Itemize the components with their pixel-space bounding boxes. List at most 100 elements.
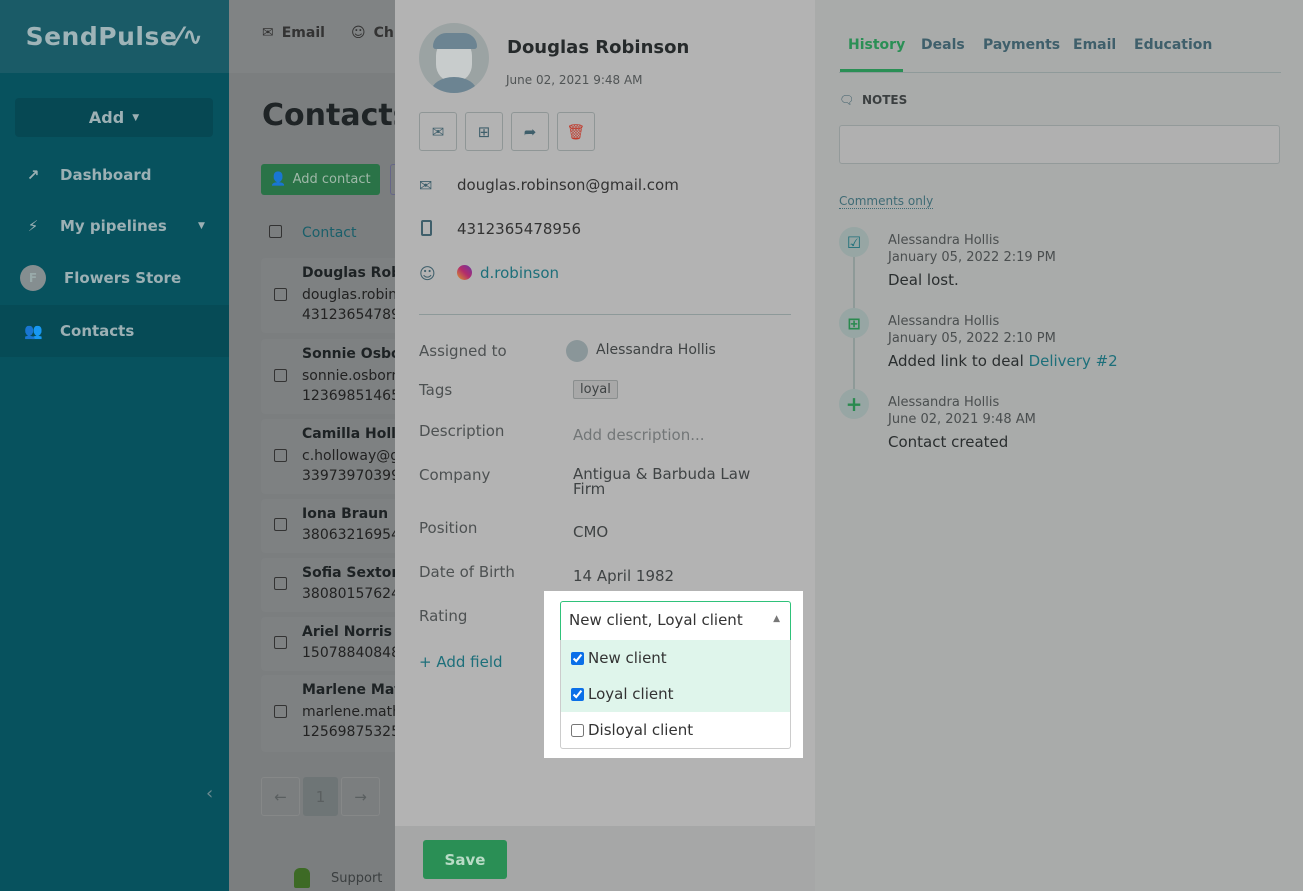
tag-badge[interactable]: loyal [573, 380, 618, 399]
caret-down-icon: ▼ [132, 112, 140, 123]
notes-input[interactable] [839, 125, 1280, 164]
delete-button[interactable]: 🗑 [557, 112, 595, 151]
company-value[interactable]: Antigua & Barbuda Law Firm [573, 467, 753, 497]
row-checkbox[interactable] [274, 705, 287, 718]
contact-name: Sonnie Osbor [302, 346, 408, 362]
send-email-button[interactable]: ✉ [419, 112, 457, 151]
table-row[interactable]: Camilla Hollo c.holloway@g 33973970399 [261, 419, 406, 494]
history-author: Alessandra Hollis [888, 233, 1000, 248]
row-checkbox[interactable] [274, 577, 287, 590]
rating-option-disloyal-client[interactable]: Disloyal client [561, 712, 790, 748]
tags-label: Tags [419, 381, 453, 399]
topnav-chat[interactable]: ☺ Ch [351, 25, 394, 41]
row-checkbox[interactable] [274, 518, 287, 531]
save-button[interactable]: Save [423, 840, 507, 879]
mail-icon: ✉ [431, 122, 445, 141]
row-checkbox[interactable] [274, 636, 287, 649]
history-item: Alessandra Hollis January 05, 2022 2:19 P… [888, 233, 1056, 289]
logo-text: SendPulse [25, 22, 178, 51]
tab-education[interactable]: Education [1134, 37, 1212, 53]
row-checkbox[interactable] [274, 288, 287, 301]
pipeline-icon: ⚡ [27, 217, 39, 235]
tab-deals[interactable]: Deals [921, 37, 965, 53]
contact-name: Ariel Norris [302, 624, 392, 640]
nav-label: Dashboard [60, 166, 152, 184]
contact-name: Camilla Hollo [302, 426, 406, 442]
checkbox[interactable] [571, 651, 584, 665]
option-label: Loyal client [588, 685, 674, 703]
company-label: Company [419, 466, 491, 484]
caret-down-icon: ▼ [198, 221, 205, 231]
table-row[interactable]: Sofia Sexton 38080157624 [261, 558, 401, 612]
rating-option-new-client[interactable]: New client [561, 640, 790, 676]
sidebar-item-dashboard[interactable]: ↗ Dashboard [0, 149, 229, 201]
row-checkbox[interactable] [274, 449, 287, 462]
add-field-link[interactable]: + Add field [419, 653, 503, 671]
avatar: F [20, 265, 46, 291]
assignee-name[interactable]: Alessandra Hollis [596, 342, 716, 358]
checkbox[interactable] [571, 723, 584, 737]
support-link[interactable]: Support [331, 871, 382, 886]
tab-email[interactable]: Email [1073, 37, 1116, 53]
contact-phone: 15078840848 [302, 645, 400, 661]
table-row[interactable]: Sonnie Osbor sonnie.osborn 12369851465 [261, 339, 408, 414]
add-deal-button[interactable]: ⊞ [465, 112, 503, 151]
history-item: Alessandra Hollis January 05, 2022 2:10 P… [888, 314, 1118, 370]
history-message: Deal lost. [888, 271, 959, 289]
share-button[interactable]: ➦ [511, 112, 549, 151]
prev-page-button[interactable]: ← [261, 777, 300, 816]
sidebar-item-flowers-store[interactable]: F Flowers Store [0, 252, 229, 304]
table-row[interactable]: Douglas Robi douglas.robins 43123654789 [261, 258, 406, 333]
deal-link[interactable]: Delivery #2 [1029, 352, 1118, 370]
checkbox[interactable] [571, 687, 584, 701]
table-row[interactable]: Ariel Norris 15078840848 [261, 617, 401, 671]
rating-options-list: New client Loyal client Disloyal client [560, 640, 791, 749]
table-row[interactable]: Iona Braun 38063216954 [261, 499, 401, 553]
contact-phone: 12369851465 [302, 388, 400, 404]
logo[interactable]: SendPulse ⁄∿ [0, 0, 229, 73]
history-author: Alessandra Hollis [888, 314, 1000, 329]
notes-heading: NOTES [862, 93, 908, 107]
instagram-icon [457, 265, 472, 280]
history-time: June 02, 2021 9:48 AM [888, 412, 1036, 427]
contact-email[interactable]: douglas.robinson@gmail.com [457, 176, 679, 194]
page-1-button[interactable]: 1 [303, 777, 338, 816]
topnav-label: Email [281, 25, 325, 41]
mail-icon: ✉ [262, 25, 274, 41]
contact-email: c.holloway@g [302, 448, 400, 464]
add-deal-icon: ⊞ [477, 122, 491, 141]
instagram-link[interactable]: d.robinson [480, 264, 559, 282]
collapse-sidebar-icon[interactable]: ‹ [206, 783, 213, 804]
tab-payments[interactable]: Payments [983, 37, 1060, 53]
dob-label: Date of Birth [419, 563, 515, 581]
dob-value[interactable]: 14 April 1982 [573, 567, 674, 585]
history-time: January 05, 2022 2:10 PM [888, 331, 1056, 346]
position-value[interactable]: CMO [573, 523, 608, 541]
add-user-icon: 👤 [270, 172, 287, 187]
caret-up-icon: ▲ [773, 614, 780, 624]
row-checkbox[interactable] [274, 369, 287, 382]
sidebar-item-contacts[interactable]: 👥 Contacts [0, 305, 229, 357]
rating-option-loyal-client[interactable]: Loyal client [561, 676, 790, 712]
rating-select[interactable]: New client, Loyal client ▲ [560, 601, 791, 640]
select-all-checkbox[interactable] [269, 225, 282, 238]
column-header-contact[interactable]: Contact [302, 225, 356, 241]
topnav-email[interactable]: ✉ Email [262, 25, 325, 41]
comments-only-filter[interactable]: Comments only [839, 194, 934, 209]
sidebar-item-pipelines[interactable]: ⚡ My pipelines ▼ [0, 200, 229, 252]
contact-phone[interactable]: 4312365478956 [457, 220, 581, 238]
android-icon[interactable] [294, 868, 310, 888]
contact-phone: 12569875325 [302, 724, 400, 740]
tabs-divider [839, 72, 1281, 73]
description-input[interactable]: Add description... [573, 426, 705, 444]
top-bar: ✉ Email ☺ Ch [229, 0, 395, 73]
contact-email: sonnie.osborn [302, 368, 401, 384]
add-contact-button[interactable]: 👤 Add contact [261, 164, 380, 195]
pulse-icon: ⁄∿ [177, 22, 204, 51]
table-row[interactable]: Marlene Math marlene.mathi 12569875325 [261, 675, 411, 752]
contact-name: Sofia Sexton [302, 565, 402, 581]
add-button[interactable]: Add ▼ [15, 98, 213, 137]
next-page-button[interactable]: → [341, 777, 380, 816]
tab-history[interactable]: History [848, 37, 905, 53]
contact-name: Iona Braun [302, 506, 389, 522]
